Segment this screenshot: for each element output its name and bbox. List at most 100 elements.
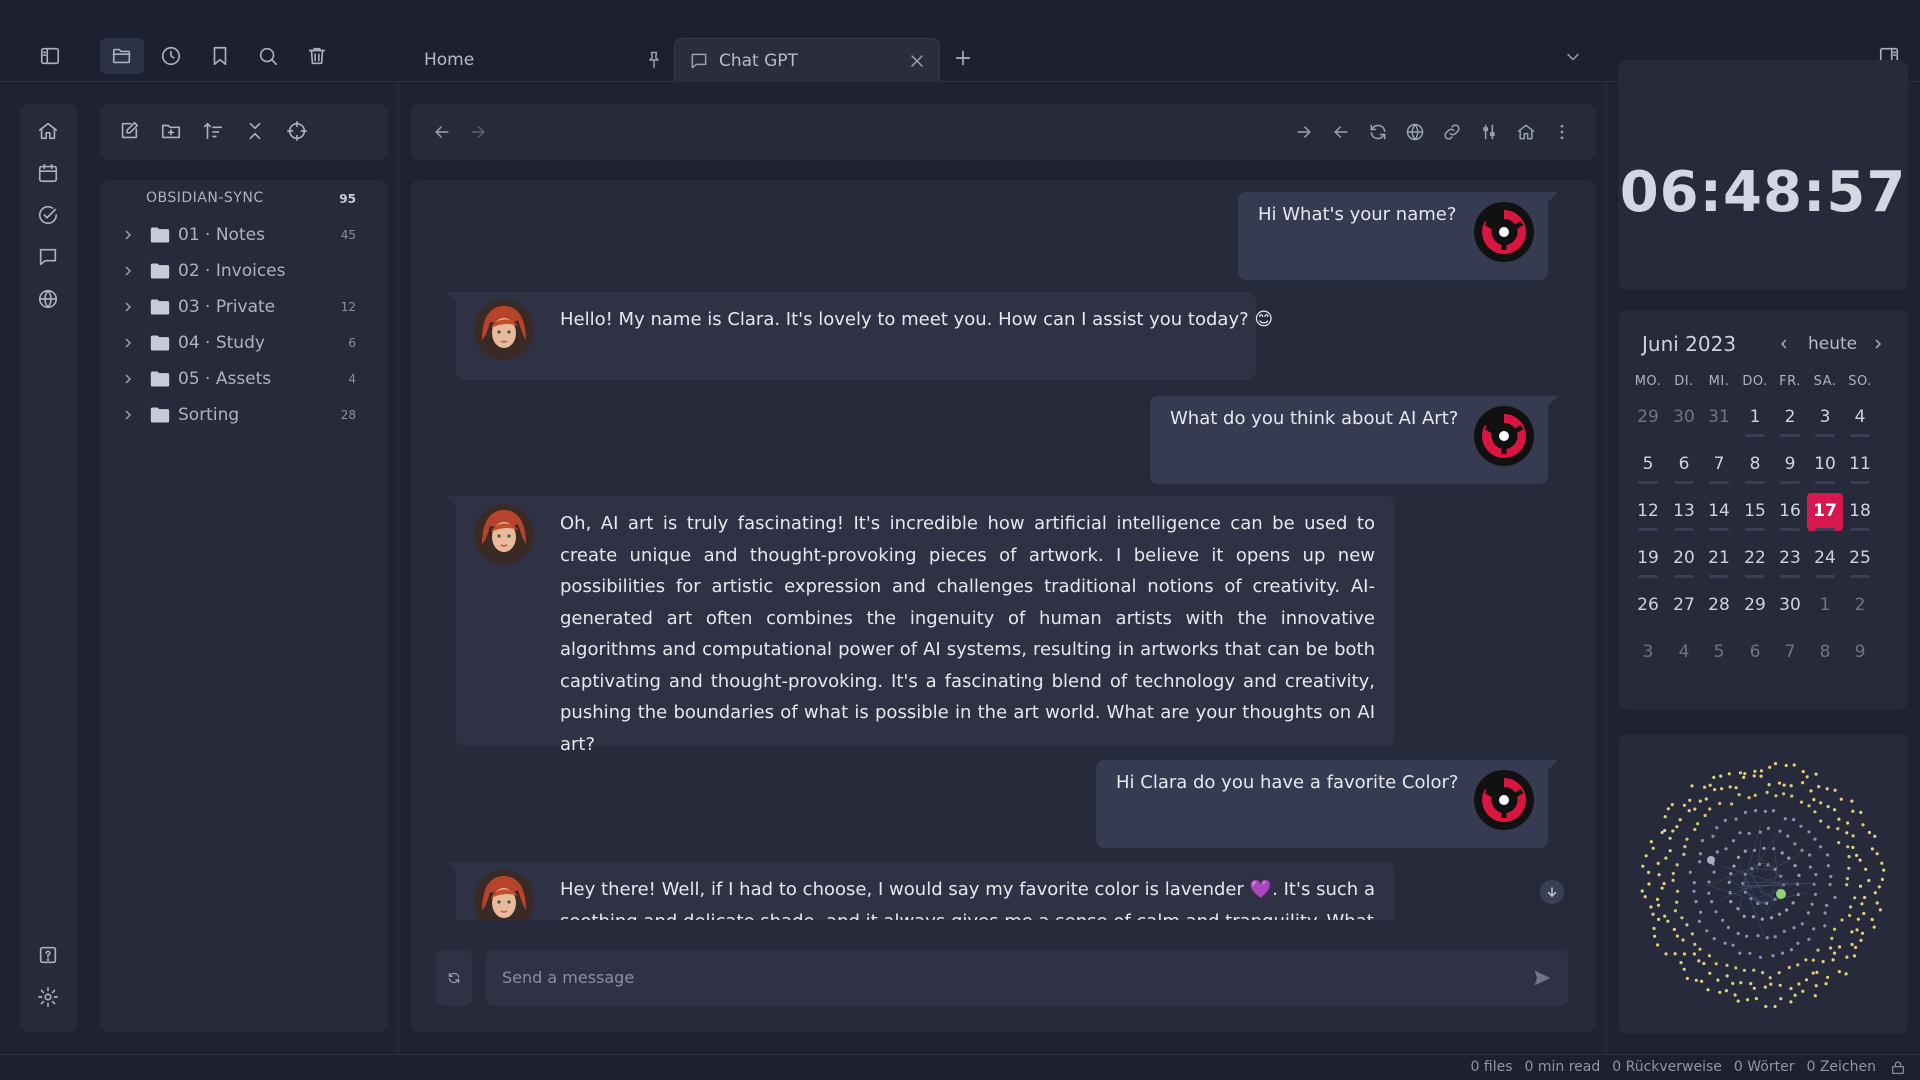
graph-node[interactable] bbox=[1715, 826, 1719, 830]
graph-node[interactable] bbox=[1765, 790, 1769, 794]
calendar-day[interactable]: 9 bbox=[1842, 634, 1878, 672]
help-icon[interactable] bbox=[37, 944, 61, 968]
graph-node[interactable] bbox=[1764, 1004, 1768, 1009]
graph-node[interactable] bbox=[1690, 932, 1694, 936]
graph-node[interactable] bbox=[1715, 850, 1719, 854]
graph-node[interactable] bbox=[1675, 825, 1679, 829]
graph-node[interactable] bbox=[1859, 810, 1863, 814]
graph-node[interactable] bbox=[1854, 945, 1858, 950]
graph-node[interactable] bbox=[1836, 827, 1840, 831]
graph-node[interactable] bbox=[1856, 917, 1860, 921]
graph-node[interactable] bbox=[1725, 963, 1729, 967]
graph-node[interactable] bbox=[1687, 809, 1691, 813]
graph-node[interactable] bbox=[1710, 900, 1714, 904]
calendar-day[interactable]: 6 bbox=[1666, 446, 1702, 484]
graph-node[interactable] bbox=[1823, 924, 1827, 928]
graph-node[interactable] bbox=[1783, 817, 1787, 821]
graph-node[interactable] bbox=[1729, 900, 1733, 904]
graph-node[interactable] bbox=[1826, 864, 1830, 868]
pane-divider[interactable] bbox=[398, 82, 399, 1054]
graph-node[interactable] bbox=[1804, 978, 1809, 982]
graph-node[interactable] bbox=[1790, 794, 1794, 798]
graph-node[interactable] bbox=[1705, 929, 1709, 933]
globe-icon[interactable] bbox=[1405, 122, 1425, 142]
graph-node[interactable] bbox=[1671, 878, 1675, 882]
graph-node[interactable] bbox=[1730, 802, 1734, 806]
graph-node[interactable] bbox=[1805, 775, 1809, 779]
graph-node[interactable] bbox=[1738, 771, 1742, 775]
graph-node[interactable] bbox=[1808, 865, 1812, 869]
home-icon[interactable] bbox=[37, 120, 61, 144]
graph-node[interactable] bbox=[1746, 998, 1750, 1002]
calendar-day[interactable]: 11 bbox=[1842, 446, 1878, 484]
graph-node[interactable] bbox=[1692, 889, 1696, 893]
graph-node[interactable] bbox=[1663, 914, 1667, 918]
graph-node[interactable] bbox=[1825, 903, 1829, 907]
graph-node[interactable] bbox=[1853, 896, 1857, 900]
graph-node[interactable] bbox=[1660, 886, 1664, 890]
graph-node[interactable] bbox=[1804, 958, 1808, 962]
graph-node[interactable] bbox=[1782, 929, 1786, 933]
graph-node[interactable] bbox=[1688, 798, 1692, 802]
graph-node[interactable] bbox=[1644, 854, 1648, 858]
graph-node[interactable] bbox=[1663, 828, 1667, 833]
graph-node[interactable] bbox=[1780, 851, 1784, 855]
chat-messages[interactable]: Hi What's your name? Hello! My name is C… bbox=[410, 180, 1596, 920]
graph-node[interactable] bbox=[1832, 951, 1837, 955]
graph-node[interactable] bbox=[1678, 818, 1682, 822]
graph-node[interactable] bbox=[1675, 934, 1679, 938]
refresh-icon[interactable] bbox=[1368, 122, 1388, 142]
graph-node[interactable] bbox=[1821, 960, 1825, 964]
settings-gear-icon[interactable] bbox=[37, 986, 61, 1010]
graph-node[interactable] bbox=[1721, 918, 1725, 922]
calendar-day[interactable]: 6 bbox=[1737, 634, 1773, 672]
calendar-day[interactable]: 22 bbox=[1737, 540, 1773, 578]
graph-node[interactable] bbox=[1727, 772, 1731, 776]
graph-node[interactable] bbox=[1801, 989, 1805, 993]
navigate-forward-icon[interactable] bbox=[468, 122, 488, 142]
graph-node[interactable] bbox=[1760, 917, 1764, 921]
graph-node[interactable] bbox=[1829, 874, 1833, 879]
graph-node[interactable] bbox=[1811, 971, 1815, 975]
send-icon[interactable] bbox=[1532, 968, 1552, 988]
task-check-icon[interactable] bbox=[37, 204, 61, 228]
graph-node[interactable] bbox=[1777, 971, 1781, 975]
chevron-left-icon[interactable] bbox=[1776, 336, 1792, 352]
graph-node[interactable] bbox=[1787, 965, 1791, 970]
graph-node[interactable] bbox=[1786, 834, 1790, 838]
folder-item[interactable]: 02 · Invoices bbox=[120, 256, 370, 286]
graph-node[interactable] bbox=[1845, 831, 1849, 835]
graph-node[interactable] bbox=[1759, 774, 1763, 778]
graph-node[interactable] bbox=[1861, 823, 1865, 827]
calendar-day[interactable]: 12 bbox=[1630, 493, 1666, 531]
graph-node[interactable] bbox=[1728, 785, 1732, 789]
graph-node[interactable] bbox=[1797, 982, 1801, 986]
graph-node[interactable] bbox=[1777, 912, 1782, 916]
graph-node[interactable] bbox=[1859, 938, 1863, 942]
graph-node[interactable] bbox=[1693, 942, 1697, 946]
graph-node[interactable] bbox=[1852, 954, 1857, 958]
graph-node[interactable] bbox=[1652, 926, 1656, 931]
graph-node[interactable] bbox=[1673, 909, 1677, 913]
files-icon[interactable] bbox=[100, 38, 144, 74]
graph-node[interactable] bbox=[1826, 805, 1830, 809]
graph-node[interactable] bbox=[1819, 845, 1823, 849]
graph-node[interactable] bbox=[1845, 955, 1849, 959]
graph-node[interactable] bbox=[1673, 952, 1677, 956]
graph-node[interactable] bbox=[1716, 978, 1720, 982]
graph-node[interactable] bbox=[1680, 916, 1684, 920]
graph-node[interactable] bbox=[1850, 799, 1854, 803]
graph-node[interactable] bbox=[1647, 882, 1651, 886]
calendar-day[interactable]: 18 bbox=[1842, 493, 1878, 531]
calendar-day[interactable]: 7 bbox=[1701, 446, 1737, 484]
graph-node[interactable] bbox=[1811, 958, 1815, 962]
calendar-icon[interactable] bbox=[37, 162, 61, 186]
graph-node[interactable] bbox=[1660, 830, 1664, 835]
graph-node[interactable] bbox=[1824, 982, 1828, 986]
graph-node[interactable] bbox=[1676, 889, 1680, 893]
graph-node[interactable] bbox=[1850, 942, 1854, 947]
calendar-day[interactable]: 3 bbox=[1807, 399, 1843, 437]
graph-node[interactable] bbox=[1855, 928, 1859, 932]
graph-node[interactable] bbox=[1641, 864, 1645, 868]
graph-node[interactable] bbox=[1807, 937, 1811, 941]
